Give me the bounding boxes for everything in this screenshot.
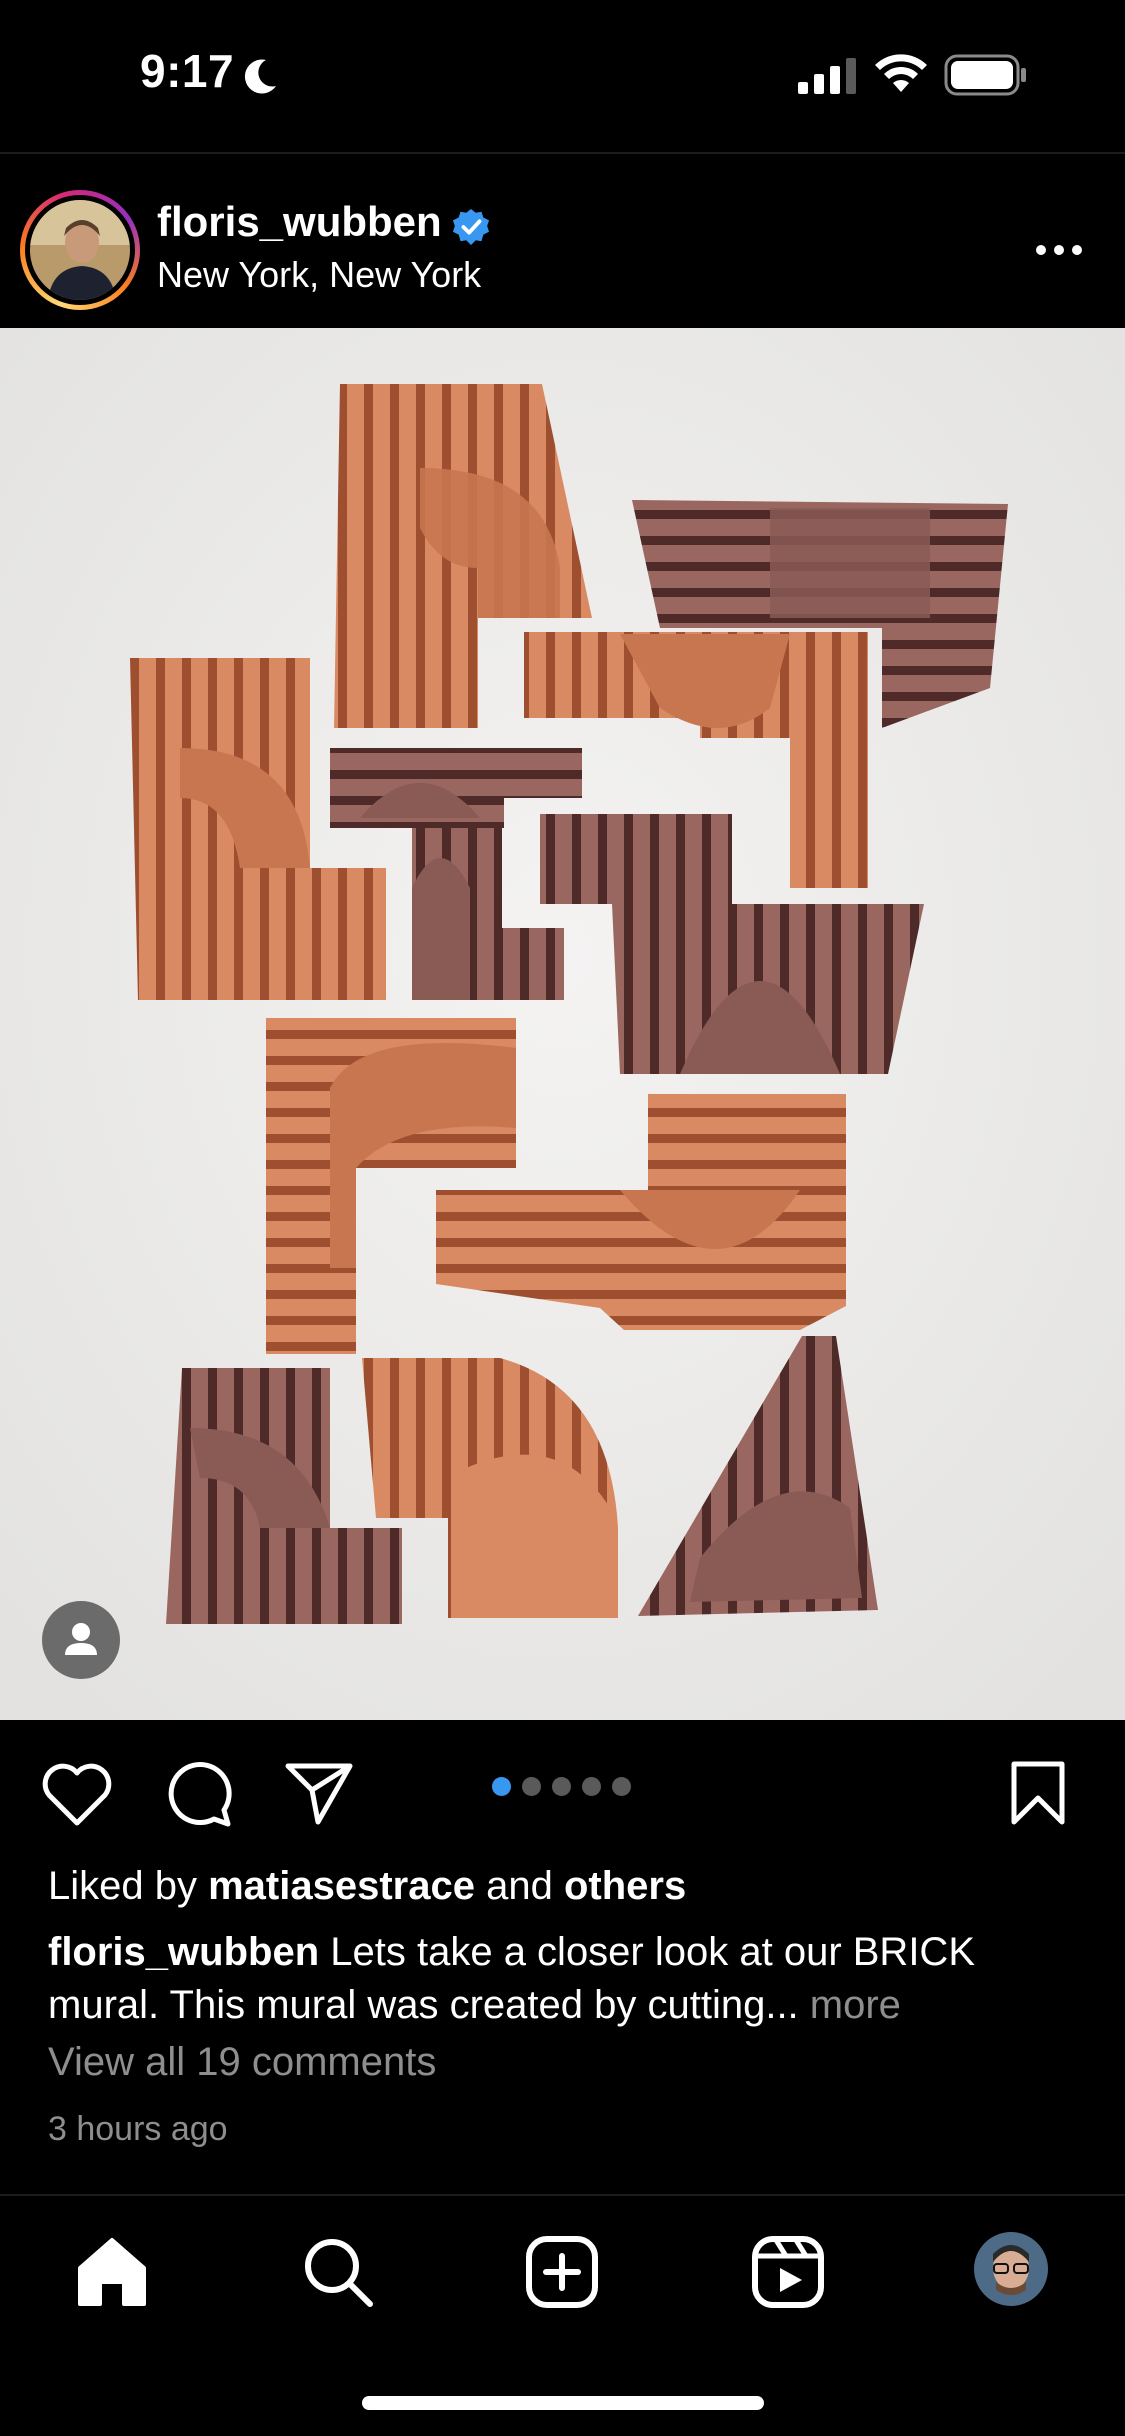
view-all-comments-link[interactable]: View all 19 comments (48, 2040, 436, 2085)
post-header: floris_wubben New York, New York (0, 168, 1125, 328)
more-options-icon[interactable] (1034, 240, 1084, 260)
carousel-indicator (492, 1776, 631, 1796)
create-icon[interactable] (524, 2234, 600, 2310)
like-heart-icon[interactable] (40, 1761, 114, 1827)
avatar-photo (30, 200, 130, 300)
status-bar: 9:17 (0, 0, 1125, 150)
tab-bar-divider (0, 2194, 1125, 2196)
carousel-dot (552, 1776, 571, 1796)
share-send-icon[interactable] (284, 1760, 354, 1826)
caption-username[interactable]: floris_wubben (48, 1930, 319, 1974)
liked-by-user[interactable]: matiasestrace (208, 1864, 475, 1908)
carousel-dot-active (492, 1776, 511, 1796)
brick-mural-artwork (0, 328, 1125, 1720)
author-username[interactable]: floris_wubben (157, 198, 442, 246)
status-time: 9:17 (140, 45, 235, 97)
verified-badge-icon (452, 208, 490, 246)
post-timestamp: 3 hours ago (48, 2110, 228, 2148)
home-indicator (362, 2396, 764, 2410)
tagged-users-icon[interactable] (42, 1601, 120, 1679)
liked-by-text[interactable]: Liked by matiasestrace and others (48, 1864, 686, 1909)
liked-by-middle: and (474, 1864, 564, 1908)
home-icon[interactable] (74, 2234, 150, 2310)
save-bookmark-icon[interactable] (1010, 1760, 1066, 1826)
liked-by-prefix: Liked by (48, 1864, 209, 1908)
carousel-dot (522, 1776, 541, 1796)
post-caption: floris_wubben Lets take a closer look at… (48, 1926, 1088, 2032)
comment-bubble-icon[interactable] (164, 1758, 234, 1828)
caption-more-link[interactable]: more (799, 1983, 901, 2027)
wifi-icon (875, 54, 927, 92)
header-divider (0, 152, 1125, 154)
reels-icon[interactable] (750, 2234, 826, 2310)
battery-icon (944, 54, 1026, 96)
post-location[interactable]: New York, New York (157, 254, 481, 296)
carousel-dot (582, 1776, 601, 1796)
liked-by-others[interactable]: others (564, 1864, 686, 1908)
post-image[interactable] (0, 328, 1125, 1720)
profile-avatar[interactable] (974, 2232, 1048, 2306)
carousel-dot (612, 1776, 631, 1796)
search-icon[interactable] (300, 2234, 376, 2310)
cellular-signal-icon (798, 58, 856, 94)
moon-icon (244, 59, 276, 94)
author-avatar[interactable] (20, 190, 140, 310)
